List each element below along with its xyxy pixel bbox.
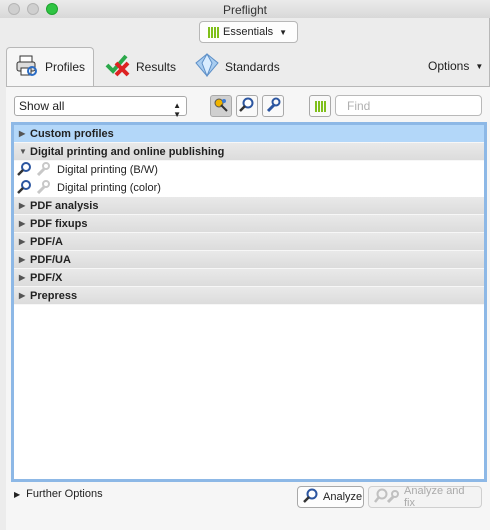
tab-profiles[interactable]: Profiles — [6, 47, 94, 86]
disclosure-right-icon[interactable]: ▶ — [14, 237, 30, 246]
options-menu[interactable]: Options ▼ — [428, 59, 483, 73]
tree-group-pdf-ua[interactable]: ▶ PDF/UA — [14, 251, 484, 269]
disclosure-right-icon[interactable]: ▶ — [14, 291, 30, 300]
filter-dropdown[interactable]: Show all ▲ ▼ — [14, 96, 187, 119]
check-cross-icon — [104, 53, 130, 80]
tree-group-digital-printing[interactable]: ▼ Digital printing and online publishing — [14, 143, 484, 161]
disclosure-right-icon[interactable]: ▶ — [14, 201, 30, 210]
preflight-window: Preflight Essentials ▼ Profiles Results … — [0, 0, 490, 530]
disclosure-down-icon[interactable]: ▼ — [14, 147, 30, 156]
statistics-button[interactable] — [309, 95, 331, 117]
bars-icon — [208, 26, 219, 38]
chevron-down-icon: ▲ ▼ — [173, 101, 181, 119]
chevron-down-icon: ▼ — [475, 61, 484, 71]
analyze-and-fix-button[interactable]: Analyze and fix — [368, 485, 482, 509]
magnifier-icon — [239, 97, 255, 116]
disclosure-right-icon[interactable]: ▶ — [14, 129, 30, 138]
further-options-toggle[interactable]: ▶ Further Options — [14, 488, 103, 500]
tree-group-pdf-fixups[interactable]: ▶ PDF fixups — [14, 215, 484, 233]
fix-filter-button[interactable] — [262, 95, 284, 117]
window-title: Preflight — [222, 3, 268, 17]
search-input[interactable]: Find — [335, 95, 482, 116]
wrench-disabled-icon — [35, 179, 51, 197]
magnifier-wrench-icon — [374, 488, 400, 507]
options-label: Options — [428, 59, 470, 73]
magnifier-icon — [17, 161, 33, 179]
wrench-disabled-icon — [35, 161, 51, 179]
workspace-label: Essentials — [223, 26, 274, 38]
magnifier-icon — [17, 179, 33, 197]
title-bar: Preflight — [0, 0, 490, 18]
printer-icon — [15, 55, 39, 80]
disclosure-right-icon: ▶ — [14, 489, 21, 499]
profiles-tree[interactable]: ▶ Custom profiles ▼ Digital printing and… — [11, 122, 487, 482]
tab-profiles-label: Profiles — [45, 60, 86, 74]
tree-group-pdf-x[interactable]: ▶ PDF/X — [14, 269, 484, 287]
disclosure-right-icon[interactable]: ▶ — [14, 219, 30, 228]
tree-group-pdf-a[interactable]: ▶ PDF/A — [14, 233, 484, 251]
tree-group-prepress[interactable]: ▶ Prepress — [14, 287, 484, 305]
wand-icon — [213, 97, 229, 116]
profile-item-digital-printing-bw[interactable]: Digital printing (B/W) — [14, 161, 484, 179]
filter-value: Show all — [19, 99, 65, 113]
bars-icon — [314, 100, 326, 112]
tab-standards-label: Standards — [225, 59, 280, 74]
wrench-icon — [265, 97, 281, 116]
workspace-dropdown[interactable]: Essentials ▼ — [199, 21, 298, 43]
disclosure-right-icon[interactable]: ▶ — [14, 255, 30, 264]
tree-group-pdf-analysis[interactable]: ▶ PDF analysis — [14, 197, 484, 215]
tab-results-label: Results — [136, 59, 177, 74]
magnifier-icon — [303, 488, 319, 507]
background-edge — [491, 0, 497, 530]
tab-results[interactable]: Results — [104, 47, 176, 86]
diamond-icon — [195, 52, 219, 80]
tab-standards[interactable]: Standards — [195, 47, 280, 86]
chevron-down-icon: ▼ — [279, 27, 288, 37]
tree-group-custom-profiles[interactable]: ▶ Custom profiles — [14, 125, 484, 143]
profile-item-digital-printing-color[interactable]: Digital printing (color) — [14, 179, 484, 197]
analyze-button[interactable]: Analyze — [297, 486, 364, 508]
fixup-filter-button[interactable] — [210, 95, 232, 117]
tab-bar: Profiles Results Standards — [0, 44, 490, 86]
check-filter-button[interactable] — [236, 95, 258, 117]
disclosure-right-icon[interactable]: ▶ — [14, 273, 30, 282]
